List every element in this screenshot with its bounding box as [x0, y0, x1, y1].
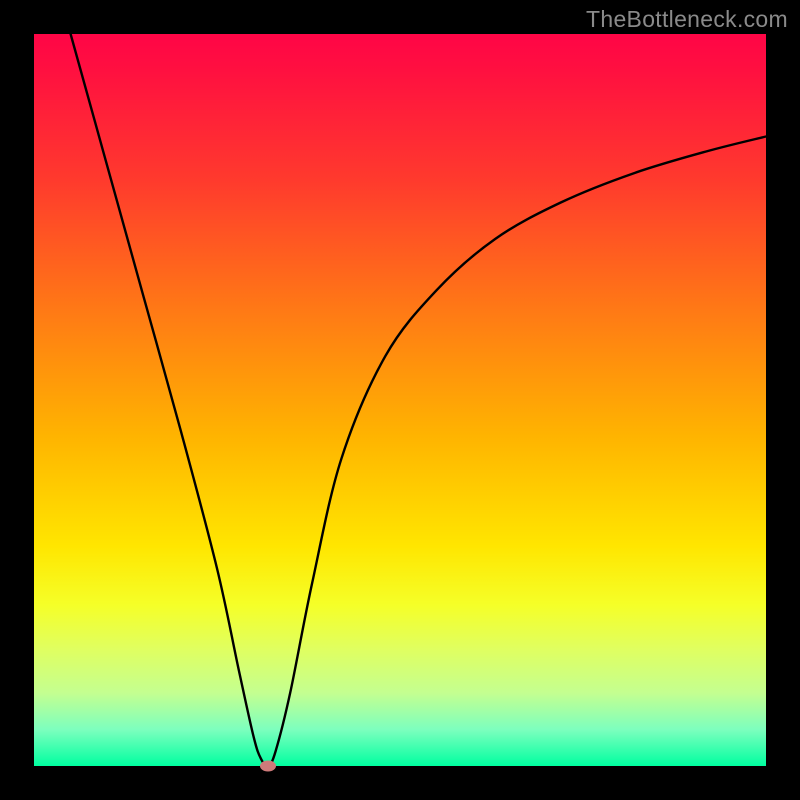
chart-frame: TheBottleneck.com	[0, 0, 800, 800]
plot-area	[34, 34, 766, 766]
bottleneck-curve	[34, 34, 766, 766]
watermark-text: TheBottleneck.com	[586, 6, 788, 33]
curve-path	[71, 34, 766, 766]
optimum-marker	[260, 761, 276, 772]
